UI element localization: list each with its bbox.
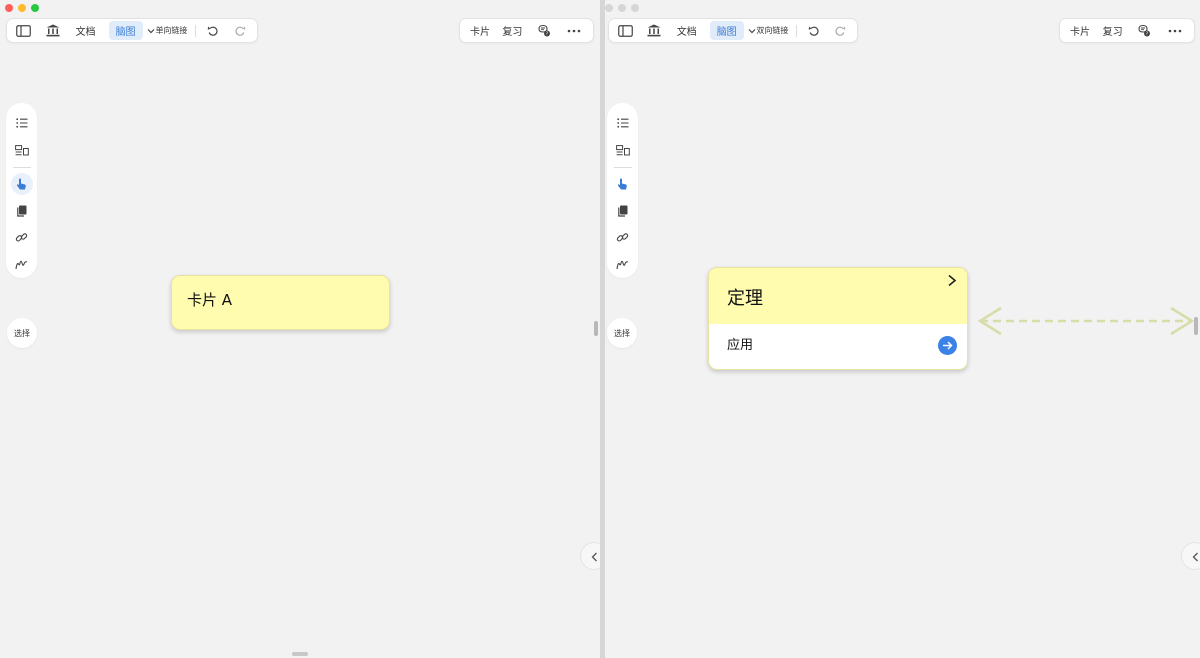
list-icon[interactable] bbox=[11, 113, 33, 135]
window-controls bbox=[5, 4, 39, 12]
mindmap-tab[interactable]: 脑图 bbox=[709, 21, 744, 40]
card-a-title: 卡片 A bbox=[187, 291, 233, 309]
card-sub-item[interactable]: 应用 bbox=[709, 324, 967, 369]
card-header: 定理 bbox=[709, 268, 967, 324]
memory-icon[interactable]: ? bbox=[535, 22, 553, 40]
library-icon[interactable] bbox=[44, 22, 62, 40]
zoom-window-button[interactable] bbox=[31, 4, 39, 12]
left-tool-sidebar bbox=[6, 103, 37, 278]
main-toolbar: 文档 脑图 双向链接 bbox=[608, 18, 858, 43]
freehand-icon[interactable] bbox=[11, 254, 33, 276]
undo-icon[interactable] bbox=[805, 22, 822, 40]
redo-icon[interactable] bbox=[832, 22, 849, 40]
select-mode-button[interactable]: 选择 bbox=[7, 318, 37, 348]
collapse-panel-button[interactable] bbox=[580, 542, 600, 570]
chevron-left-icon bbox=[591, 547, 598, 566]
chevron-right-icon[interactable] bbox=[947, 272, 957, 291]
redo-icon[interactable] bbox=[231, 22, 249, 40]
undo-icon[interactable] bbox=[204, 22, 222, 40]
window-controls bbox=[605, 4, 639, 12]
layout-icon[interactable] bbox=[612, 139, 634, 161]
chevron-down-icon[interactable] bbox=[747, 22, 757, 40]
vertical-resize-handle[interactable] bbox=[1194, 317, 1198, 335]
freehand-icon[interactable] bbox=[612, 254, 634, 276]
link-mode-select[interactable]: 双向链接 bbox=[756, 25, 788, 36]
more-icon[interactable] bbox=[565, 22, 583, 40]
library-icon[interactable] bbox=[645, 22, 662, 40]
doc-tab[interactable]: 文档 bbox=[677, 23, 697, 38]
sidebar-divider bbox=[613, 166, 632, 168]
link-icon[interactable] bbox=[11, 227, 33, 249]
minimize-window-button[interactable] bbox=[618, 4, 626, 12]
left-window: 文档 脑图 单向链接 卡片 复习 ? 选择 卡片 A bbox=[0, 0, 600, 658]
theorem-card[interactable]: 定理 应用 bbox=[708, 267, 968, 370]
toolbar-separator bbox=[796, 24, 798, 37]
pointer-hand-icon[interactable] bbox=[10, 173, 33, 195]
link-icon[interactable] bbox=[612, 227, 634, 249]
close-window-button[interactable] bbox=[605, 4, 613, 12]
zoom-window-button[interactable] bbox=[631, 4, 639, 12]
memory-icon[interactable]: ? bbox=[1135, 22, 1153, 40]
select-mode-button[interactable]: 选择 bbox=[607, 318, 637, 348]
vertical-resize-handle[interactable] bbox=[594, 321, 598, 336]
right-toolbar: 卡片 复习 ? bbox=[459, 18, 594, 43]
minimize-window-button[interactable] bbox=[18, 4, 26, 12]
main-toolbar: 文档 脑图 单向链接 bbox=[6, 18, 258, 43]
left-tool-sidebar bbox=[607, 103, 638, 278]
mindmap-tab[interactable]: 脑图 bbox=[108, 21, 143, 40]
collapse-panel-button[interactable] bbox=[1181, 542, 1200, 570]
right-window: 文档 脑图 双向链接 卡片 复习 ? 选择 定理 应用 bbox=[605, 0, 1200, 658]
bottom-resize-handle[interactable] bbox=[292, 652, 308, 656]
review-button[interactable]: 复习 bbox=[502, 23, 522, 38]
sidebar-toggle-icon[interactable] bbox=[15, 22, 33, 40]
card-a[interactable]: 卡片 A bbox=[171, 275, 390, 330]
sidebar-divider bbox=[12, 166, 31, 168]
card-button[interactable]: 卡片 bbox=[1070, 23, 1090, 38]
close-window-button[interactable] bbox=[5, 4, 13, 12]
right-toolbar: 卡片 复习 ? bbox=[1059, 18, 1195, 43]
layout-icon[interactable] bbox=[11, 139, 33, 161]
link-mode-select[interactable]: 单向链接 bbox=[155, 25, 187, 36]
review-button[interactable]: 复习 bbox=[1103, 23, 1123, 38]
arrow-right-icon[interactable] bbox=[938, 336, 957, 355]
card-button[interactable]: 卡片 bbox=[470, 23, 490, 38]
card-title: 定理 bbox=[727, 288, 763, 309]
more-icon[interactable] bbox=[1166, 22, 1184, 40]
doc-tab[interactable]: 文档 bbox=[76, 23, 96, 38]
copy-icon[interactable] bbox=[11, 200, 33, 222]
pointer-hand-icon[interactable] bbox=[612, 173, 634, 195]
sub-item-label: 应用 bbox=[727, 338, 754, 353]
copy-icon[interactable] bbox=[612, 200, 634, 222]
toolbar-separator bbox=[195, 24, 197, 37]
chevron-left-icon bbox=[1192, 547, 1199, 566]
bidirectional-link[interactable] bbox=[968, 305, 1200, 337]
chevron-down-icon[interactable] bbox=[146, 22, 156, 40]
sidebar-toggle-icon[interactable] bbox=[617, 22, 634, 40]
list-icon[interactable] bbox=[612, 113, 634, 135]
